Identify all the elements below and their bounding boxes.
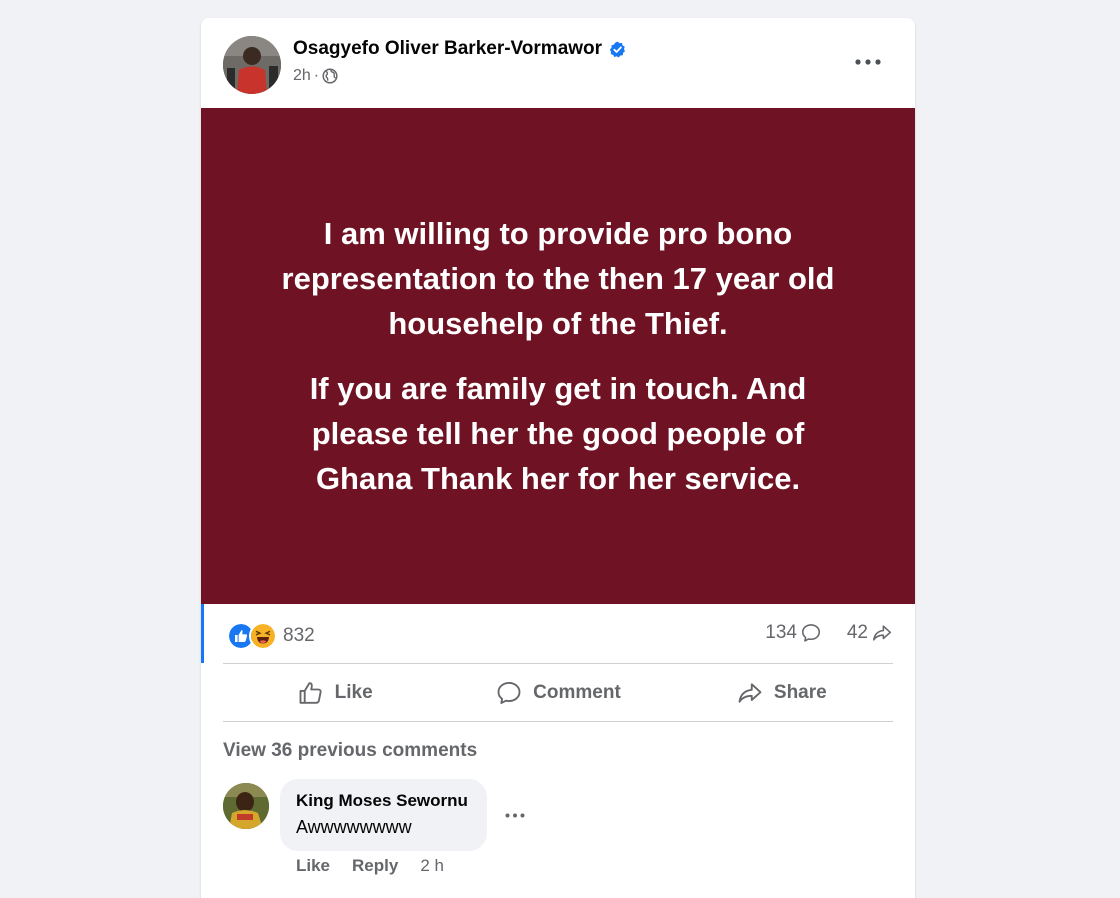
share-label: Share (773, 682, 827, 703)
divider-bottom (223, 721, 893, 722)
like-label: Like (334, 682, 373, 703)
comment-button[interactable]: Comment (446, 665, 669, 721)
author-name-text[interactable]: Osagyefo Oliver Barker-Vormawor (293, 38, 602, 60)
view-previous-comments-link[interactable]: View 36 previous comments (223, 740, 477, 762)
like-icon (299, 682, 322, 704)
author-photo (223, 36, 281, 94)
share-count-icon (872, 625, 892, 641)
comments-count-button[interactable]: 134 (765, 622, 822, 644)
comment-label: Comment (533, 682, 621, 703)
shares-count: 42 (846, 622, 868, 643)
post-paragraph-1: I am willing to provide pro bono represe… (281, 216, 835, 341)
post-paragraph-2: If you are family get in touch. And plea… (309, 371, 807, 496)
comment-author[interactable]: King Moses Sewornu (296, 791, 468, 811)
meta-separator: · (313, 67, 320, 84)
comment-icon (497, 682, 521, 704)
globe-icon (322, 68, 338, 84)
verified-badge-icon (609, 41, 625, 57)
comment-count-icon (801, 624, 821, 642)
divider-top (223, 663, 893, 664)
post-card: Osagyefo Oliver Barker-Vormawor 2h · I a… (201, 18, 915, 898)
post-stats-bar: 832 134 42 (201, 604, 915, 664)
post-text-background: I am willing to provide pro bono represe… (201, 108, 915, 604)
comment-avatar[interactable] (223, 783, 269, 829)
comment-actions: Like Reply 2 h (296, 856, 444, 876)
more-options-icon (855, 59, 881, 65)
comment-reply-link[interactable]: Reply (352, 856, 398, 876)
comment-more-options-button[interactable] (501, 805, 529, 825)
share-button[interactable]: Share (670, 665, 893, 721)
shares-count-button[interactable]: 42 (847, 622, 893, 644)
haha-reaction-icon (249, 622, 277, 650)
post-time[interactable]: 2h (293, 67, 311, 85)
comment-bubble: King Moses Sewornu Awwwwwwww (280, 779, 487, 851)
like-button[interactable]: Like (223, 665, 446, 721)
comment-text: Awwwwwwww (296, 817, 412, 837)
post-action-bar: Like Comment Share (223, 665, 893, 721)
comment-like-link[interactable]: Like (296, 856, 330, 876)
focus-accent-bar (201, 604, 204, 663)
share-icon (738, 683, 762, 703)
author-avatar[interactable] (223, 36, 281, 94)
post-header: Osagyefo Oliver Barker-Vormawor 2h · (201, 18, 915, 108)
comment-time[interactable]: 2 h (420, 856, 444, 876)
commenter-photo (223, 783, 269, 829)
reactions-count: 832 (283, 625, 315, 646)
comment-more-icon (505, 813, 525, 817)
reactions-summary[interactable]: 832 (227, 622, 315, 650)
comments-count: 134 (765, 622, 797, 643)
post-more-options-button[interactable] (853, 50, 883, 74)
post-meta: 2h · (293, 67, 338, 85)
author-name[interactable]: Osagyefo Oliver Barker-Vormawor (293, 38, 626, 60)
